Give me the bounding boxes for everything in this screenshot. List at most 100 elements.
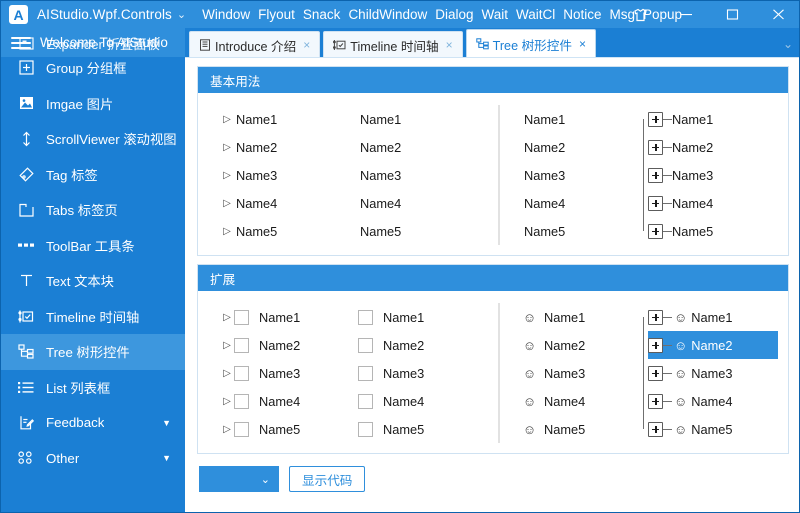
- tab-overflow-chevron-icon[interactable]: ⌄: [783, 37, 793, 51]
- sidebar-item-scrollviewer[interactable]: ScrollViewer 滚动视图: [1, 121, 185, 157]
- expand-arrow-icon[interactable]: ▷: [220, 226, 234, 237]
- tree-node[interactable]: Name1: [358, 105, 498, 133]
- menu-item-waitcl[interactable]: WaitCl: [516, 7, 555, 22]
- tree-node[interactable]: ☺ Name1: [648, 303, 786, 331]
- sidebar-item-list[interactable]: List 列表框: [1, 370, 185, 406]
- tree-node[interactable]: Name1: [648, 105, 786, 133]
- tree-node[interactable]: ▷ Name4: [220, 387, 348, 415]
- tree-node[interactable]: Name4: [358, 189, 498, 217]
- expand-arrow-icon[interactable]: ▷: [220, 424, 234, 435]
- expand-plus-icon[interactable]: [648, 365, 663, 381]
- maximize-icon[interactable]: [709, 1, 755, 28]
- tree-node[interactable]: Name3: [358, 161, 498, 189]
- menu-item-flyout[interactable]: Flyout: [258, 7, 295, 22]
- menu-item-dialog[interactable]: Dialog: [435, 7, 473, 22]
- tree-node[interactable]: ▷ Name3: [220, 161, 348, 189]
- tab-tree[interactable]: Tree 树形控件 ×: [465, 29, 596, 58]
- tree-node[interactable]: ☺ Name1: [522, 303, 636, 331]
- tree-node[interactable]: ☺ Name3: [522, 359, 636, 387]
- tree-node[interactable]: Name2: [358, 331, 498, 359]
- sidebar-item-image[interactable]: Imgae 图片: [1, 86, 185, 122]
- checkbox[interactable]: [234, 309, 249, 325]
- menu-item-snack[interactable]: Snack: [303, 7, 341, 22]
- tree-node-selected[interactable]: ☺ Name2: [648, 331, 778, 359]
- sidebar-item-tabs[interactable]: Tabs 标签页: [1, 192, 185, 228]
- expand-arrow-icon[interactable]: ▷: [220, 198, 234, 209]
- minimize-icon[interactable]: [663, 1, 709, 28]
- tree-node[interactable]: Name2: [648, 133, 786, 161]
- tree-node[interactable]: Name2: [522, 133, 636, 161]
- tree-node[interactable]: ▷ Name4: [220, 189, 348, 217]
- expand-arrow-icon[interactable]: ▷: [220, 368, 234, 379]
- chevron-down-icon[interactable]: ⌄: [177, 8, 186, 21]
- close-icon[interactable]: ×: [303, 38, 310, 52]
- tree-node[interactable]: ☺ Name4: [648, 387, 786, 415]
- sidebar-item-tag[interactable]: Tag 标签: [1, 157, 185, 193]
- tree-node[interactable]: Name3: [648, 161, 786, 189]
- expand-arrow-icon[interactable]: ▷: [220, 114, 234, 125]
- sidebar-item-text[interactable]: Text 文本块: [1, 263, 185, 299]
- tab-introduce[interactable]: Introduce 介绍 ×: [189, 31, 321, 58]
- menu-item-notice[interactable]: Notice: [563, 7, 601, 22]
- tree-node[interactable]: ☺ Name5: [522, 415, 636, 443]
- shirt-icon[interactable]: [617, 1, 663, 28]
- tree-node[interactable]: Name5: [648, 217, 786, 245]
- tree-node[interactable]: ▷ Name2: [220, 133, 348, 161]
- tree-node[interactable]: Name1: [358, 303, 498, 331]
- expand-arrow-icon[interactable]: ▷: [220, 340, 234, 351]
- tree-node[interactable]: ▷ Name5: [220, 415, 348, 443]
- checkbox[interactable]: [358, 337, 373, 353]
- sidebar-item-tree[interactable]: Tree 树形控件: [1, 334, 185, 370]
- tree-node[interactable]: ▷ Name3: [220, 359, 348, 387]
- tree-node[interactable]: ▷ Name2: [220, 331, 348, 359]
- expand-arrow-icon[interactable]: ▷: [220, 170, 234, 181]
- tree-node[interactable]: Name4: [648, 189, 786, 217]
- expand-plus-icon[interactable]: [648, 393, 663, 409]
- tree-node[interactable]: Name5: [522, 217, 636, 245]
- checkbox[interactable]: [234, 365, 249, 381]
- expand-plus-icon[interactable]: [648, 167, 663, 183]
- checkbox[interactable]: [358, 393, 373, 409]
- sidebar-item-toolbar[interactable]: ToolBar 工具条: [1, 228, 185, 264]
- chevron-down-icon[interactable]: ⌄: [261, 473, 270, 486]
- close-icon[interactable]: ×: [446, 38, 453, 52]
- tree-node[interactable]: Name3: [522, 161, 636, 189]
- expand-arrow-icon[interactable]: ▷: [220, 312, 234, 323]
- expand-arrow-icon[interactable]: ▷: [220, 142, 234, 153]
- close-icon[interactable]: [755, 1, 799, 28]
- tree-node[interactable]: Name4: [358, 387, 498, 415]
- tree-node[interactable]: ☺ Name4: [522, 387, 636, 415]
- show-code-button[interactable]: 显示代码: [289, 466, 366, 492]
- tree-node[interactable]: ☺ Name3: [648, 359, 786, 387]
- tree-node[interactable]: ▷ Name5: [220, 217, 348, 245]
- menu-item-childwindow[interactable]: ChildWindow: [348, 7, 427, 22]
- tree-node[interactable]: Name5: [358, 415, 498, 443]
- expand-plus-icon[interactable]: [648, 421, 663, 437]
- checkbox[interactable]: [358, 309, 373, 325]
- sidebar-item-timeline[interactable]: Timeline 时间轴: [1, 299, 185, 335]
- tree-node[interactable]: ☺ Name5: [648, 415, 786, 443]
- checkbox[interactable]: [234, 393, 249, 409]
- menu-item-window[interactable]: Window: [202, 7, 250, 22]
- chevron-down-icon[interactable]: ▼: [162, 453, 171, 463]
- sidebar-item-feedback[interactable]: Feedback ▼: [1, 405, 185, 441]
- tree-node[interactable]: ☺ Name2: [522, 331, 636, 359]
- chevron-down-icon[interactable]: ▼: [162, 418, 171, 428]
- tree-node[interactable]: Name1: [522, 105, 636, 133]
- sidebar-item-other[interactable]: Other ▼: [1, 441, 185, 477]
- tree-node[interactable]: ▷ Name1: [220, 303, 348, 331]
- tree-node[interactable]: Name4: [522, 189, 636, 217]
- expand-plus-icon[interactable]: [648, 111, 663, 127]
- sidebar-item-expander[interactable]: Expander 折叠面板: [1, 36, 185, 52]
- code-language-select[interactable]: ⌄: [199, 466, 279, 492]
- expand-plus-icon[interactable]: [648, 139, 663, 155]
- expand-plus-icon[interactable]: [648, 337, 663, 353]
- expand-plus-icon[interactable]: [648, 309, 663, 325]
- expand-plus-icon[interactable]: [648, 223, 663, 239]
- expand-arrow-icon[interactable]: ▷: [220, 396, 234, 407]
- menu-item-wait[interactable]: Wait: [482, 7, 509, 22]
- checkbox[interactable]: [358, 421, 373, 437]
- tree-node[interactable]: Name5: [358, 217, 498, 245]
- tree-node[interactable]: ▷ Name1: [220, 105, 348, 133]
- checkbox[interactable]: [358, 365, 373, 381]
